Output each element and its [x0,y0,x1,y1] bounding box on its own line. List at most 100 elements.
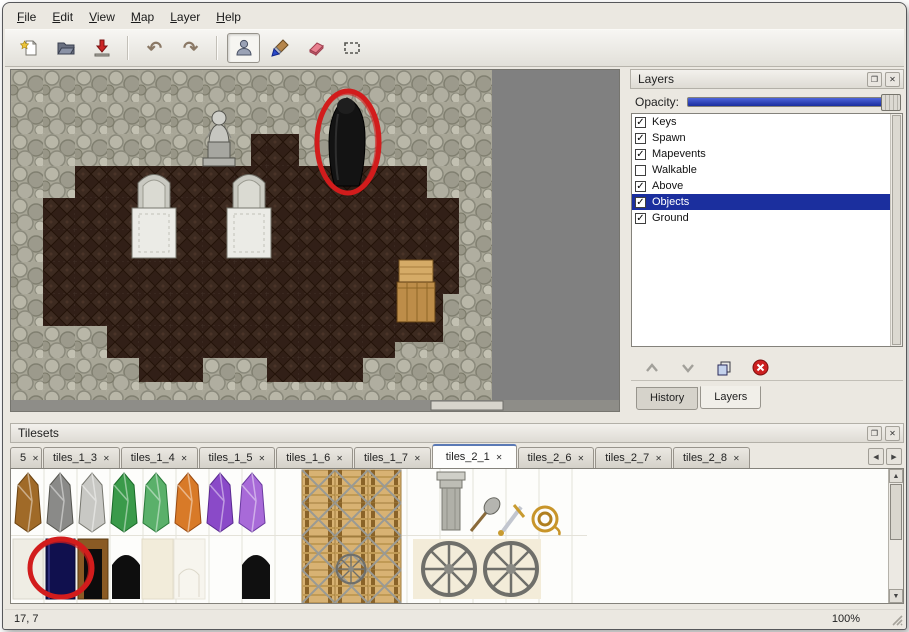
layer-row-spawn[interactable]: ✓ Spawn [632,130,902,146]
move-layer-down-button[interactable] [679,359,697,377]
tileset-tab-0[interactable]: 5 ✕ [10,447,42,468]
selected-dark-door-tile[interactable] [46,539,75,599]
tab-label: tiles_2_6 [528,452,572,464]
layer-checkbox[interactable]: ✓ [635,133,646,144]
tab-close-icon[interactable]: ✕ [259,454,266,463]
delete-layer-button[interactable] [751,359,769,377]
tileset-scrollbar[interactable]: ▲ ▼ [888,469,903,603]
layer-row-objects[interactable]: ✓ Objects [632,194,902,210]
tab-label: tiles_1_4 [131,452,175,464]
tileset-tab-8[interactable]: tiles_2_7 ✕ [595,447,672,468]
tab-close-icon[interactable]: ✕ [578,454,585,463]
tileset-content: ▲ ▼ [10,468,904,604]
eraser-tool-button[interactable] [299,33,332,63]
chevron-up-icon [645,363,659,373]
tab-scroll-right-button[interactable]: ▶ [886,448,902,465]
tab-close-icon[interactable]: ✕ [733,454,740,463]
scrollbar-thumb[interactable] [890,484,902,540]
map-canvas[interactable] [10,69,620,412]
toolbar: ↶ ↷ [5,29,904,67]
open-folder-icon [56,38,76,58]
layer-row-walkable[interactable]: Walkable [632,162,902,178]
tab-label: tiles_2_1 [446,451,490,463]
redo-button[interactable]: ↷ [174,33,207,63]
layer-list-scrollbar[interactable] [890,114,902,346]
open-button[interactable] [49,33,82,63]
duplicate-icon [716,360,732,376]
layer-checkbox[interactable]: ✓ [635,181,646,192]
layer-checkbox[interactable] [635,165,646,176]
scroll-down-button[interactable]: ▼ [889,589,903,603]
opacity-slider-thumb[interactable] [881,94,901,111]
tab-close-icon[interactable]: ✕ [414,454,421,463]
float-panel-button[interactable]: ❐ [867,72,882,87]
layer-row-keys[interactable]: ✓ Keys [632,114,902,130]
menu-view[interactable]: View [81,6,123,28]
scroll-up-button[interactable]: ▲ [889,469,903,483]
layer-name: Above [652,180,683,192]
tab-history[interactable]: History [636,387,698,410]
layer-checkbox[interactable]: ✓ [635,213,646,224]
tab-close-icon[interactable]: ✕ [103,454,110,463]
opacity-slider[interactable] [687,97,901,107]
new-map-button[interactable] [13,33,46,63]
duplicate-layer-button[interactable] [715,359,733,377]
menu-layer[interactable]: Layer [162,6,208,28]
tab-close-icon[interactable]: ✕ [336,454,343,463]
app-window: File Edit View Map Layer Help [2,2,907,630]
close-panel-button[interactable]: ✕ [885,72,900,87]
move-layer-up-button[interactable] [643,359,661,377]
undo-icon: ↶ [147,39,162,57]
tileset-tab-1[interactable]: tiles_1_3 ✕ [43,447,120,468]
tilesets-panel-header: Tilesets ❐ ✕ [10,423,904,443]
cursor-coordinates: 17, 7 [14,613,38,625]
tab-layers[interactable]: Layers [700,386,761,409]
layer-checkbox[interactable]: ✓ [635,117,646,128]
menu-edit[interactable]: Edit [44,6,81,28]
tileset-tab-7[interactable]: tiles_2_6 ✕ [518,447,595,468]
layer-row-ground[interactable]: ✓ Ground [632,210,902,226]
tab-label: tiles_2_7 [605,452,649,464]
menubar: File Edit View Map Layer Help [5,5,904,29]
tileset-tab-3[interactable]: tiles_1_5 ✕ [199,447,276,468]
scrollbar-thumb[interactable] [892,115,901,345]
tileset-tab-4[interactable]: tiles_1_6 ✕ [276,447,353,468]
tileset-tab-5[interactable]: tiles_1_7 ✕ [354,447,431,468]
layer-row-mapevents[interactable]: ✓ Mapevents [632,146,902,162]
zoom-level: 100% [832,613,860,625]
menu-help[interactable]: Help [208,6,249,28]
resize-grip[interactable] [889,612,903,626]
select-tool-button[interactable] [335,33,368,63]
place-player-tool-button[interactable] [227,33,260,63]
scrollbar-thumb[interactable] [431,401,503,410]
close-panel-button[interactable]: ✕ [885,426,900,441]
layers-panel-title: Layers [638,72,674,86]
save-button[interactable] [85,33,118,63]
tileset-tab-6-active[interactable]: tiles_2_1 ✕ [432,444,517,468]
layer-checkbox[interactable]: ✓ [635,197,646,208]
tab-close-icon[interactable]: ✕ [181,454,188,463]
tab-scroll-left-button[interactable]: ◀ [868,448,884,465]
tilesets-panel: Tilesets ❐ ✕ 5 ✕ tiles_1_3 ✕ tiles_1_4 ✕… [10,423,904,613]
layer-actions [631,355,903,381]
tab-close-icon[interactable]: ✕ [655,454,662,463]
map-horizontal-scrollbar[interactable] [11,400,619,411]
tab-scroll-buttons: ◀ ▶ [868,448,902,465]
menu-file[interactable]: File [9,6,44,28]
layer-checkbox[interactable]: ✓ [635,149,646,160]
float-panel-button[interactable]: ❐ [867,426,882,441]
layer-name: Mapevents [652,148,706,160]
tileset-tab-2[interactable]: tiles_1_4 ✕ [121,447,198,468]
dark-figure [329,98,365,191]
menu-map[interactable]: Map [123,6,162,28]
tileset-tab-9[interactable]: tiles_2_8 ✕ [673,447,750,468]
paint-tool-button[interactable] [263,33,296,63]
tab-close-icon[interactable]: ✕ [496,453,503,462]
tab-close-icon[interactable]: ✕ [32,454,39,463]
undo-button[interactable]: ↶ [138,33,171,63]
map-image[interactable] [11,70,619,411]
layer-row-above[interactable]: ✓ Above [632,178,902,194]
layer-name: Keys [652,116,676,128]
monument-right [227,175,271,259]
tileset-grid[interactable] [11,469,887,603]
